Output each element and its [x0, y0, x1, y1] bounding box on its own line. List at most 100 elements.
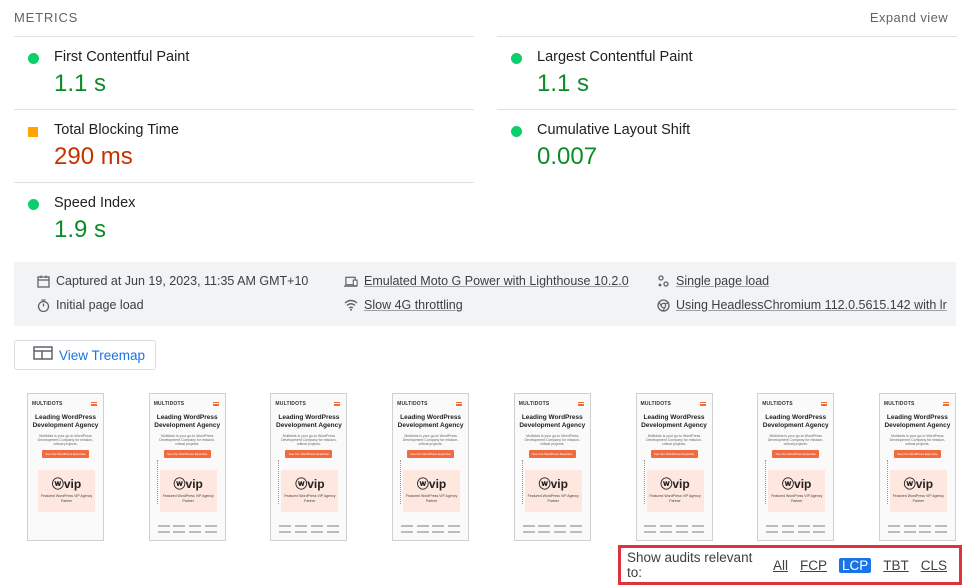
filmstrip-thumbnail: MULTIDOTS Leading WordPress Development Ag… [392, 393, 470, 541]
thumb-brand: MULTIDOTS [153, 401, 185, 407]
thumb-title: Leading WordPress Development Agency [641, 414, 707, 429]
vip-logo: ⓦvip [903, 477, 934, 491]
client-logos [643, 524, 706, 536]
client-logos [521, 524, 584, 536]
vip-subtitle: Featured WordPress VIP Agency Partner [40, 494, 93, 503]
metric-value: 1.1 s [54, 70, 107, 97]
hamburger-icon [821, 402, 828, 406]
thumb-subtitle: Multidots is your go-to WordPress Develo… [281, 434, 337, 446]
thumb-vip-card: ⓦvip Featured WordPress VIP Agency Partne… [768, 470, 826, 512]
hamburger-icon [456, 402, 463, 406]
vip-logo: ⓦvip [51, 477, 82, 491]
audit-filter: Show audits relevant to: All FCP LCP TBT… [618, 545, 962, 585]
runtime-device-text[interactable]: Emulated Moto G Power with Lighthouse 10… [364, 274, 629, 288]
thumb-subtitle: Multidots is your go-to WordPress Develo… [889, 434, 946, 446]
vip-subtitle: Featured WordPress VIP Agency Partner [284, 494, 336, 503]
runtime-browser[interactable]: Using HeadlessChromium 112.0.5615.142 wi… [656, 298, 947, 312]
runtime-throttling-text[interactable]: Slow 4G throttling [364, 298, 463, 312]
metric-si: Speed Index 1.9 s [14, 182, 474, 255]
runtime-throttling[interactable]: Slow 4G throttling [344, 298, 463, 312]
thumb-brand: MULTIDOTS [762, 401, 793, 407]
runtime-device[interactable]: Emulated Moto G Power with Lighthouse 10… [344, 274, 629, 288]
thumb-cta: See Our WordPress Expertise [285, 450, 333, 458]
thumb-divider [156, 460, 158, 504]
metric-value: 290 ms [54, 143, 133, 170]
thumb-cta: See Our WordPress Expertise [407, 450, 455, 458]
thumb-subtitle: Multidots is your go-to WordPress Develo… [159, 434, 215, 446]
runtime-session[interactable]: Single page load [656, 274, 769, 288]
thumb-cta: See Our WordPress Expertise [893, 450, 941, 458]
runtime-browser-text[interactable]: Using HeadlessChromium 112.0.5615.142 wi… [676, 298, 947, 312]
client-logos [764, 524, 827, 536]
pass-indicator-icon [28, 53, 39, 64]
thumb-divider [278, 460, 280, 504]
thumb-vip-card: ⓦvip Featured WordPress VIP Agency Partne… [646, 470, 704, 512]
filter-cls[interactable]: CLS [921, 558, 947, 573]
filmstrip-thumbnail: MULTIDOTS Leading WordPress Development Ag… [878, 393, 956, 541]
filmstrip-thumbnail: MULTIDOTS Leading WordPress Development Ag… [27, 393, 104, 541]
average-indicator-icon [28, 127, 38, 137]
metric-lcp: Largest Contentful Paint 1.1 s [497, 36, 957, 109]
thumb-brand: MULTIDOTS [640, 401, 672, 407]
vip-subtitle: Featured WordPress VIP Agency Partner [771, 494, 823, 503]
vip-subtitle: Featured WordPress VIP Agency Partner [649, 494, 701, 503]
view-treemap-button[interactable]: View Treemap [14, 340, 156, 370]
hamburger-icon [699, 402, 706, 406]
vip-logo: ⓦvip [416, 477, 447, 491]
session-icon [656, 274, 670, 288]
thumb-subtitle: Multidots is your go-to WordPress Develo… [646, 434, 702, 446]
filter-lcp[interactable]: LCP [838, 557, 872, 573]
metric-value: 0.007 [537, 143, 598, 170]
vip-subtitle: Featured WordPress VIP Agency Partner [405, 494, 458, 503]
thumb-cta: See Our WordPress Expertise [163, 450, 211, 458]
metric-label: Speed Index [54, 195, 136, 211]
metric-value: 1.9 s [54, 216, 107, 243]
hamburger-icon [942, 402, 949, 406]
thumb-divider [765, 460, 767, 504]
metric-label: Total Blocking Time [54, 122, 179, 138]
expand-view-link[interactable]: Expand view [870, 10, 948, 25]
filter-all[interactable]: All [773, 558, 788, 573]
thumb-title: Leading WordPress Development Agency [519, 414, 586, 429]
device-icon [344, 274, 358, 288]
thumb-vip-card: ⓦvip Featured WordPress VIP Agency Partne… [38, 470, 95, 512]
vip-logo: ⓦvip [538, 477, 568, 491]
thumb-cta: See Our WordPress Expertise [772, 450, 820, 458]
metric-label: Largest Contentful Paint [537, 49, 693, 65]
vip-subtitle: Featured WordPress VIP Agency Partner [892, 494, 944, 503]
runtime-captured: Captured at Jun 19, 2023, 11:35 AM GMT+1… [36, 274, 308, 288]
timer-icon [36, 298, 50, 312]
thumb-cta: See Our WordPress Expertise [650, 450, 698, 458]
vip-subtitle: Featured WordPress VIP Agency Partner [527, 494, 579, 503]
vip-subtitle: Featured WordPress VIP Agency Partner [162, 494, 214, 503]
metric-fcp: First Contentful Paint 1.1 s [14, 36, 474, 109]
hamburger-icon [577, 402, 584, 406]
filter-fcp[interactable]: FCP [800, 558, 827, 573]
thumb-subtitle: Multidots is your go-to WordPress Develo… [767, 434, 824, 446]
thumb-divider [521, 460, 523, 504]
client-logos [399, 524, 462, 536]
thumb-subtitle: Multidots is your go-to WordPress Develo… [402, 434, 459, 446]
pass-indicator-icon [28, 199, 39, 210]
metrics-title: METRICS [14, 10, 79, 25]
metrics-header: METRICS Expand view [14, 10, 948, 32]
thumb-vip-card: ⓦvip Featured WordPress VIP Agency Partne… [524, 470, 582, 512]
thumb-divider [886, 460, 888, 504]
vip-logo: ⓦvip [660, 477, 690, 491]
filmstrip: MULTIDOTS Leading WordPress Development Ag… [27, 393, 957, 541]
metric-label: Cumulative Layout Shift [537, 122, 691, 138]
wifi-icon [344, 298, 358, 312]
runtime-session-text[interactable]: Single page load [676, 274, 769, 288]
client-logos [277, 524, 340, 536]
filmstrip-thumbnail: MULTIDOTS Leading WordPress Development Ag… [757, 393, 835, 541]
hamburger-icon [212, 402, 219, 406]
thumb-divider [643, 460, 645, 504]
thumb-brand: MULTIDOTS [275, 401, 306, 407]
filter-tbt[interactable]: TBT [883, 558, 909, 573]
thumb-cta: See Our WordPress Expertise [528, 450, 576, 458]
runtime-load-type-text: Initial page load [56, 298, 144, 312]
thumb-subtitle: Multidots is your go-to WordPress Develo… [524, 434, 581, 446]
thumb-title: Leading WordPress Development Agency [884, 414, 951, 429]
client-logos [156, 524, 219, 536]
thumb-brand: MULTIDOTS [883, 401, 915, 407]
